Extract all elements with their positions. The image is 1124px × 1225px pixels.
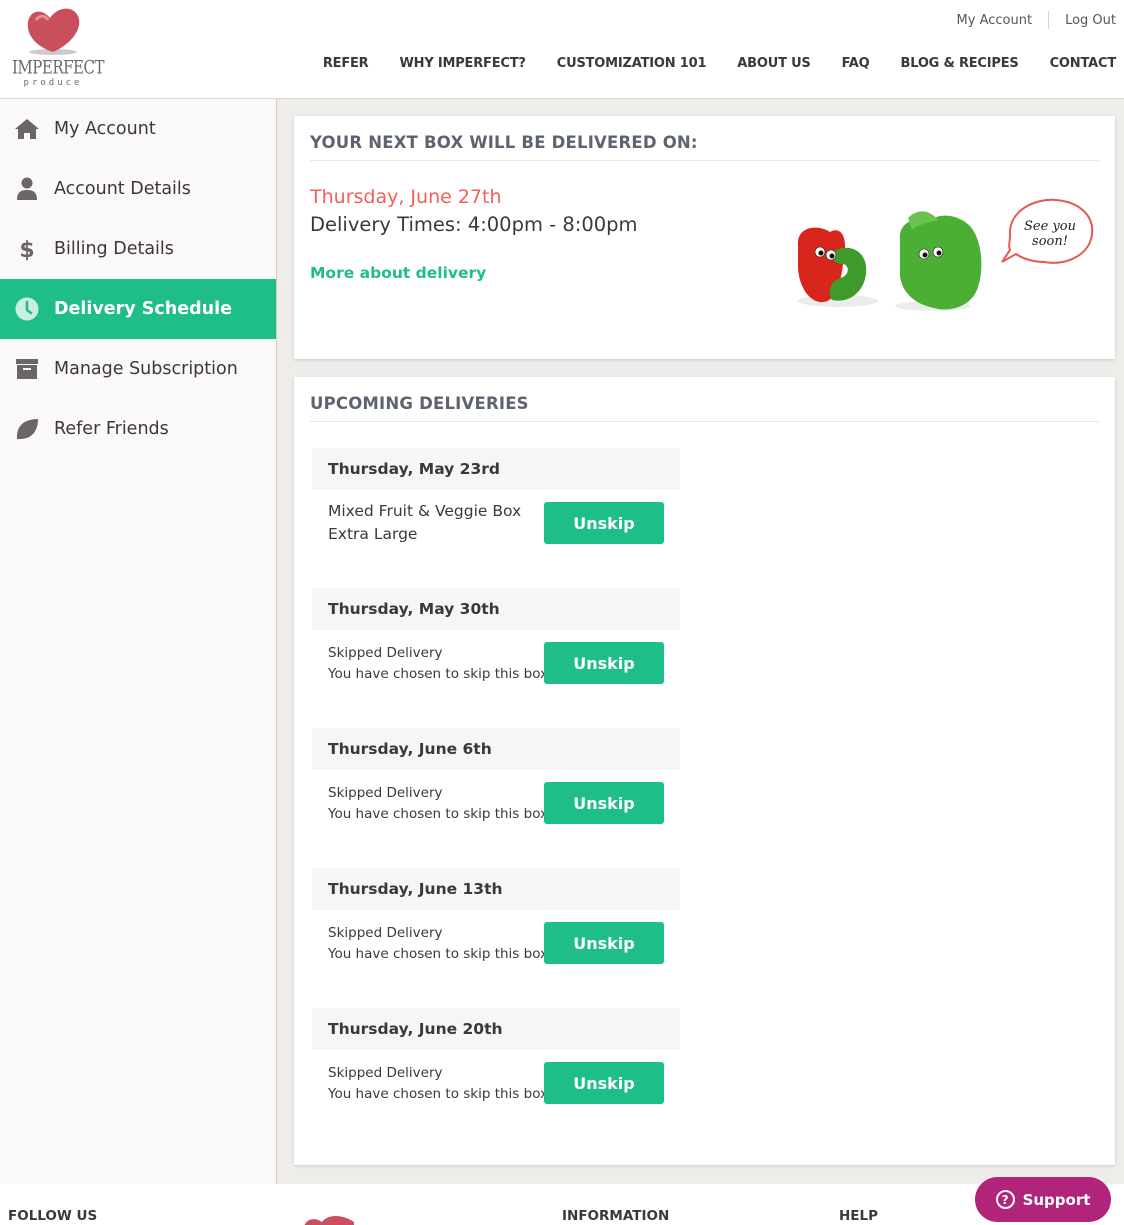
more-about-delivery-link[interactable]: More about delivery: [310, 264, 486, 282]
dollar-icon: $: [0, 236, 54, 262]
sidebar-item-label: Account Details: [54, 179, 191, 199]
skipped-message: You have chosen to skip this box.: [328, 806, 553, 822]
account-sidebar: My Account Account Details $ Billing Det…: [0, 99, 277, 1184]
imperfect-produce-logo[interactable]: IMPERFECT produce: [12, 6, 104, 92]
main-nav: REFER WHY IMPERFECT? CUSTOMIZATION 101 A…: [292, 56, 1116, 71]
footer-logo-icon: [304, 1216, 354, 1225]
delivery-item: Thursday, May 30th Skipped Delivery You …: [312, 588, 680, 700]
unskip-button[interactable]: Unskip: [544, 782, 664, 824]
box-name: Mixed Fruit & Veggie Box: [328, 502, 522, 520]
archive-box-icon: [0, 358, 54, 380]
nav-why-imperfect[interactable]: WHY IMPERFECT?: [400, 56, 526, 71]
red-pepper-icon: [797, 227, 878, 307]
nav-blog-recipes[interactable]: BLOG & RECIPES: [901, 56, 1019, 71]
sidebar-item-delivery-schedule[interactable]: Delivery Schedule: [0, 279, 276, 339]
logo-subtitle: produce: [23, 78, 83, 88]
upcoming-deliveries-card: UPCOMING DELIVERIES Thursday, May 23rd M…: [294, 377, 1115, 1165]
delivery-date: Thursday, June 6th: [312, 728, 680, 770]
speech-bubble-icon: See you soon!: [1001, 198, 1094, 264]
peppers-illustration: See you soon!: [797, 198, 1094, 311]
nav-contact[interactable]: CONTACT: [1050, 56, 1117, 71]
account-links: My Account Log Out: [941, 11, 1116, 29]
nav-about-us[interactable]: ABOUT US: [737, 56, 810, 71]
title-divider: [310, 421, 1099, 422]
next-delivery-date: Thursday, June 27th: [310, 186, 502, 208]
footer-heading-information: INFORMATION: [562, 1208, 670, 1224]
heart-potato-logo-icon: [27, 8, 80, 55]
next-box-title: YOUR NEXT BOX WILL BE DELIVERED ON:: [310, 133, 698, 152]
log-out-link[interactable]: Log Out: [1049, 13, 1116, 28]
svg-text:$: $: [19, 238, 34, 262]
skipped-message: You have chosen to skip this box.: [328, 666, 553, 682]
clock-icon: [0, 297, 54, 321]
unskip-button[interactable]: Unskip: [544, 1062, 664, 1104]
box-size: Extra Large: [328, 525, 418, 543]
skipped-label: Skipped Delivery: [328, 785, 443, 801]
delivery-item: Thursday, June 6th Skipped Delivery You …: [312, 728, 680, 840]
support-button[interactable]: ? Support: [975, 1177, 1111, 1222]
nav-customization-101[interactable]: CUSTOMIZATION 101: [557, 56, 707, 71]
title-divider: [310, 160, 1099, 161]
question-circle-icon: ?: [995, 1190, 1015, 1209]
sidebar-item-label: My Account: [54, 119, 156, 139]
skipped-label: Skipped Delivery: [328, 925, 443, 941]
upcoming-deliveries-title: UPCOMING DELIVERIES: [310, 394, 529, 413]
next-box-card: YOUR NEXT BOX WILL BE DELIVERED ON: Thur…: [294, 116, 1115, 359]
sidebar-item-account-details[interactable]: Account Details: [0, 159, 276, 219]
delivery-item: Thursday, June 20th Skipped Delivery You…: [312, 1008, 680, 1120]
delivery-item: Thursday, June 13th Skipped Delivery You…: [312, 868, 680, 980]
skipped-label: Skipped Delivery: [328, 1065, 443, 1081]
delivery-date: Thursday, May 30th: [312, 588, 680, 630]
sidebar-item-label: Manage Subscription: [54, 359, 238, 379]
leaf-icon: [0, 417, 54, 441]
skipped-message: You have chosen to skip this box.: [328, 946, 553, 962]
skipped-message: You have chosen to skip this box.: [328, 1086, 553, 1102]
home-icon: [0, 118, 54, 140]
site-footer: FOLLOW US INFORMATION HELP: [0, 1184, 1124, 1225]
user-icon: [0, 177, 54, 201]
green-pepper-icon: [895, 211, 982, 311]
logo-wordmark: IMPERFECT: [12, 56, 104, 79]
delivery-item: Thursday, May 23rd Mixed Fruit & Veggie …: [312, 448, 680, 560]
footer-heading-follow-us: FOLLOW US: [8, 1208, 98, 1224]
nav-refer[interactable]: REFER: [323, 56, 369, 71]
unskip-button[interactable]: Unskip: [544, 502, 664, 544]
unskip-button[interactable]: Unskip: [544, 642, 664, 684]
delivery-date: Thursday, June 20th: [312, 1008, 680, 1050]
site-header: IMPERFECT produce My Account Log Out REF…: [0, 0, 1124, 99]
support-label: Support: [1022, 1190, 1091, 1209]
sidebar-item-label: Delivery Schedule: [54, 299, 232, 319]
skipped-label: Skipped Delivery: [328, 645, 443, 661]
delivery-date: Thursday, May 23rd: [312, 448, 680, 490]
sidebar-item-billing-details[interactable]: $ Billing Details: [0, 219, 276, 279]
sidebar-item-label: Refer Friends: [54, 419, 169, 439]
footer-heading-help: HELP: [839, 1208, 879, 1224]
nav-faq[interactable]: FAQ: [842, 56, 870, 71]
sidebar-item-my-account[interactable]: My Account: [0, 99, 276, 159]
unskip-button[interactable]: Unskip: [544, 922, 664, 964]
delivery-times: Delivery Times: 4:00pm - 8:00pm: [310, 213, 638, 236]
sidebar-item-refer-friends[interactable]: Refer Friends: [0, 399, 276, 459]
delivery-date: Thursday, June 13th: [312, 868, 680, 910]
sidebar-item-label: Billing Details: [54, 239, 174, 259]
sidebar-item-manage-subscription[interactable]: Manage Subscription: [0, 339, 276, 399]
my-account-link[interactable]: My Account: [941, 13, 1049, 28]
